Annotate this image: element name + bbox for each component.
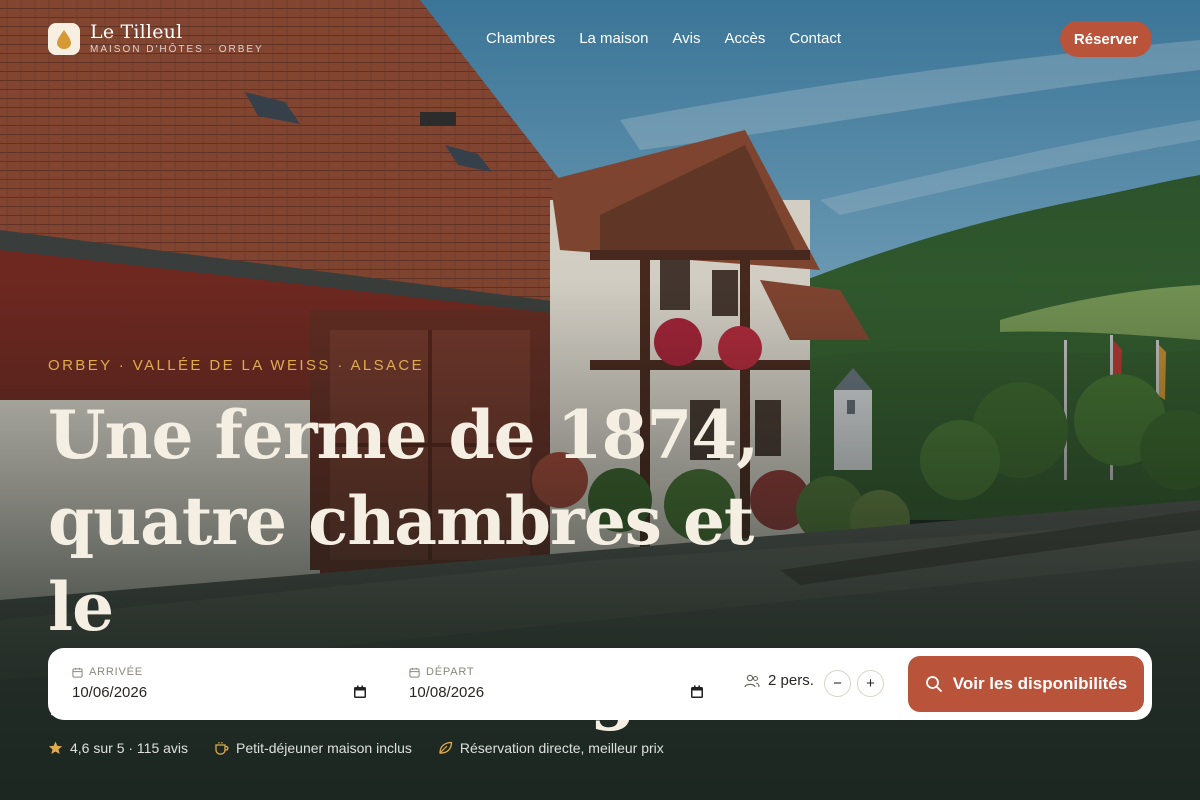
calendar-icon bbox=[72, 667, 83, 678]
reserve-button[interactable]: Réserver bbox=[1060, 21, 1152, 57]
brand[interactable]: Le Tilleul MAISON D'HÔTES · ORBEY bbox=[48, 22, 264, 55]
guests-decrement-button[interactable]: − bbox=[824, 670, 851, 697]
nav-item-contact[interactable]: Contact bbox=[789, 30, 841, 47]
nav-item-la-maison[interactable]: La maison bbox=[579, 30, 648, 47]
direct-booking-text: Réservation directe, meilleur prix bbox=[459, 740, 664, 756]
perks-row: 4,6 sur 5 · 115 avis Petit-déjeuner mais… bbox=[48, 740, 664, 756]
arrival-date-field[interactable]: ARRIVÉE 10/06/2026 bbox=[72, 648, 372, 720]
check-availability-button[interactable]: Voir les disponibilités bbox=[908, 656, 1144, 712]
perk-direct-booking: Réservation directe, meilleur prix bbox=[438, 740, 664, 756]
perk-rating: 4,6 sur 5 · 115 avis bbox=[48, 740, 188, 756]
star-icon bbox=[48, 741, 63, 754]
departure-calendar-picker-icon[interactable] bbox=[689, 684, 705, 700]
guests-selector: 2 pers. bbox=[744, 672, 814, 689]
hero-eyebrow: ORBEY · VALLÉE DE LA WEISS · ALSACE bbox=[48, 357, 425, 374]
arrival-label: ARRIVÉE bbox=[89, 666, 143, 678]
departure-date-value[interactable]: 10/08/2026 bbox=[409, 684, 484, 701]
brand-tagline: MAISON D'HÔTES · ORBEY bbox=[90, 44, 264, 55]
brand-name: Le Tilleul bbox=[90, 21, 183, 43]
search-icon bbox=[925, 676, 942, 692]
check-availability-label: Voir les disponibilités bbox=[952, 674, 1128, 693]
nav-item-avis[interactable]: Avis bbox=[672, 30, 700, 47]
arrival-date-value[interactable]: 10/06/2026 bbox=[72, 684, 147, 701]
coffee-cup-icon bbox=[215, 742, 229, 755]
rating-text: 4,6 sur 5 · 115 avis bbox=[70, 740, 189, 756]
perk-breakfast: Petit-déjeuner maison inclus bbox=[214, 740, 412, 756]
guests-increment-button[interactable]: + bbox=[857, 670, 884, 697]
nav-item-chambres[interactable]: Chambres bbox=[486, 30, 555, 47]
users-icon bbox=[744, 674, 760, 687]
main-nav: Chambres La maison Avis Accès Contact bbox=[486, 30, 841, 47]
guests-count: 2 pers. bbox=[768, 672, 814, 689]
leaf-icon bbox=[439, 741, 453, 754]
departure-date-field[interactable]: DÉPART 10/08/2026 bbox=[409, 648, 709, 720]
nav-item-acces[interactable]: Accès bbox=[725, 30, 766, 47]
departure-label: DÉPART bbox=[426, 666, 475, 678]
linden-leaf-icon bbox=[48, 22, 80, 55]
arrival-calendar-picker-icon[interactable] bbox=[352, 684, 368, 700]
calendar-icon bbox=[409, 667, 420, 678]
headline-line-1: Une ferme de 1874, bbox=[48, 396, 759, 474]
breakfast-text: Petit-déjeuner maison inclus bbox=[236, 740, 412, 756]
booking-bar: ARRIVÉE 10/06/2026 DÉPART 10/08/2026 2 p… bbox=[48, 648, 1152, 720]
headline-line-2: quatre chambres et le bbox=[48, 482, 754, 646]
